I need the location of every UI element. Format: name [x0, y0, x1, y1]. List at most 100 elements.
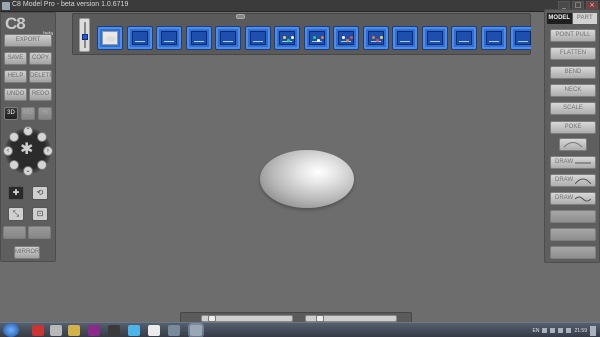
point-pull-button[interactable]: POINT PULL: [550, 29, 596, 42]
thumbnail-shape-icon: [223, 41, 233, 42]
rotate-icon[interactable]: ⟲: [32, 186, 48, 200]
view-mode-mo[interactable]: MO: [21, 107, 35, 120]
model-thumbnail[interactable]: [97, 26, 123, 50]
start-button[interactable]: [3, 323, 19, 337]
window-title: C8 Model Pro - beta version 1.0.6719: [12, 1, 129, 8]
poke-button[interactable]: POKE: [550, 121, 596, 134]
draw-wave-button[interactable]: DRAW: [550, 192, 596, 205]
rotate-upright-icon[interactable]: [37, 132, 47, 142]
bottom-slider-left[interactable]: [201, 315, 293, 322]
draw-wave-label: DRAW: [555, 195, 574, 201]
tray-icon-1[interactable]: [542, 328, 548, 333]
delete-button[interactable]: DELETE: [29, 70, 53, 83]
show-desktop-button[interactable]: [590, 325, 596, 336]
language-indicator[interactable]: EN: [533, 328, 540, 334]
model-thumbnail[interactable]: [156, 26, 182, 50]
tray-icon-2[interactable]: [550, 328, 556, 333]
taskbar-app-2[interactable]: [50, 325, 62, 336]
bottom-slider-left-knob[interactable]: [208, 315, 216, 322]
rotate-up-icon[interactable]: ⌃: [23, 126, 33, 136]
thumbnail-color-dot: [350, 36, 353, 39]
volume-icon[interactable]: [566, 328, 572, 333]
disabled-button-right: [28, 226, 51, 239]
thumbnail-shape-icon: [193, 41, 204, 42]
taskbar-app-3[interactable]: [68, 325, 80, 336]
model-thumbnail[interactable]: [215, 26, 241, 50]
rotate-down-icon[interactable]: ⌄: [23, 166, 33, 176]
model-thumbnail[interactable]: [421, 26, 448, 50]
rotate-upleft-icon[interactable]: [9, 132, 19, 142]
bottom-slider-right-knob[interactable]: [316, 315, 324, 322]
taskbar-app-7[interactable]: [148, 325, 160, 336]
human-figure-icon: ✱: [20, 139, 34, 158]
disabled-button-1: [550, 210, 596, 223]
draw-line-button[interactable]: DRAW: [550, 156, 596, 169]
zoom-in-icon[interactable]: ⤡: [8, 207, 24, 221]
model-thumbnail[interactable]: [274, 26, 300, 50]
curve-icon: [563, 142, 583, 148]
export-button[interactable]: EXPORT: [4, 34, 52, 47]
thumbnail-color-dot: [287, 39, 290, 42]
model-thumbnail[interactable]: [333, 26, 359, 50]
thumbnail-slider[interactable]: [79, 18, 90, 52]
model-thumbnail[interactable]: [362, 26, 389, 50]
rotation-joystick[interactable]: ✱ ⌃ ⌄ ‹ ›: [3, 126, 53, 176]
bend-button[interactable]: BEND: [550, 66, 596, 79]
thumbnail-preview: [456, 31, 472, 45]
model-thumbnail[interactable]: [126, 26, 153, 50]
window-title-bar: C8 Model Pro - beta version 1.0.6719 _ □…: [0, 0, 600, 12]
model-thumbnail[interactable]: [303, 26, 330, 50]
right-tool-panel: MODEL PART POINT PULL FLATTEN BEND NECK …: [544, 9, 600, 263]
neck-button[interactable]: NECK: [550, 84, 596, 97]
clock[interactable]: 21:59: [574, 328, 587, 334]
save-button[interactable]: SAVE: [4, 52, 27, 65]
view-mode-hi[interactable]: HI: [38, 107, 52, 120]
scale-button[interactable]: SCALE: [550, 102, 596, 115]
mirror-button[interactable]: MIRROR: [14, 246, 40, 259]
disabled-button-left: [3, 226, 26, 239]
slider-handle[interactable]: [82, 34, 88, 40]
network-icon[interactable]: [558, 328, 564, 333]
model-thumbnail[interactable]: [185, 26, 212, 50]
model-thumbnail[interactable]: [480, 26, 507, 50]
taskbar-app-6[interactable]: [128, 325, 140, 336]
bottom-slider-right[interactable]: [305, 315, 397, 322]
thumbnail-preview: [190, 31, 207, 45]
tab-model[interactable]: MODEL: [547, 13, 572, 24]
rotate-downleft-icon[interactable]: [9, 160, 19, 170]
curve-shape-button[interactable]: [559, 138, 587, 151]
toolbar-toggle[interactable]: [236, 14, 245, 19]
taskbar-app-5[interactable]: [108, 325, 120, 336]
taskbar-app-1[interactable]: [32, 325, 44, 336]
thumbnail-shape-icon: [518, 41, 528, 42]
egg-model[interactable]: [260, 150, 354, 208]
model-thumbnail[interactable]: [510, 26, 531, 50]
taskbar-c8-app[interactable]: [190, 325, 202, 336]
undo-button[interactable]: UNDO: [4, 88, 27, 101]
rotate-downright-icon[interactable]: [37, 160, 47, 170]
view-mode-3d[interactable]: 3D: [4, 107, 18, 120]
rotate-right-icon[interactable]: ›: [43, 146, 53, 156]
app-icon: [2, 2, 10, 10]
model-thumbnail[interactable]: [451, 26, 477, 50]
model-thumbnail-toolbar: [72, 13, 531, 55]
tab-part[interactable]: PART: [572, 13, 597, 24]
flatten-button[interactable]: FLATTEN: [550, 47, 596, 60]
move-icon[interactable]: ✚: [8, 186, 24, 200]
help-button[interactable]: HELP: [4, 70, 27, 83]
model-thumbnail[interactable]: [244, 26, 271, 50]
draw-arc-button[interactable]: DRAW: [550, 174, 596, 187]
thumbnail-shape-icon: [459, 41, 469, 42]
taskbar-app-8[interactable]: [168, 325, 180, 336]
zoom-window-icon[interactable]: ⊡: [32, 207, 48, 221]
taskbar-app-4[interactable]: [88, 325, 100, 336]
thumbnail-color-dot: [283, 36, 286, 39]
thumbnail-preview: [102, 31, 118, 45]
rotate-left-icon[interactable]: ‹: [3, 146, 13, 156]
model-thumbnail[interactable]: [392, 26, 418, 50]
thumbnail-color-dot: [291, 36, 294, 39]
panel-tabs: MODEL PART: [547, 13, 597, 24]
copy-button[interactable]: COPY: [29, 52, 52, 65]
redo-button[interactable]: REDO: [29, 88, 52, 101]
thumbnail-color-dot: [316, 39, 320, 42]
